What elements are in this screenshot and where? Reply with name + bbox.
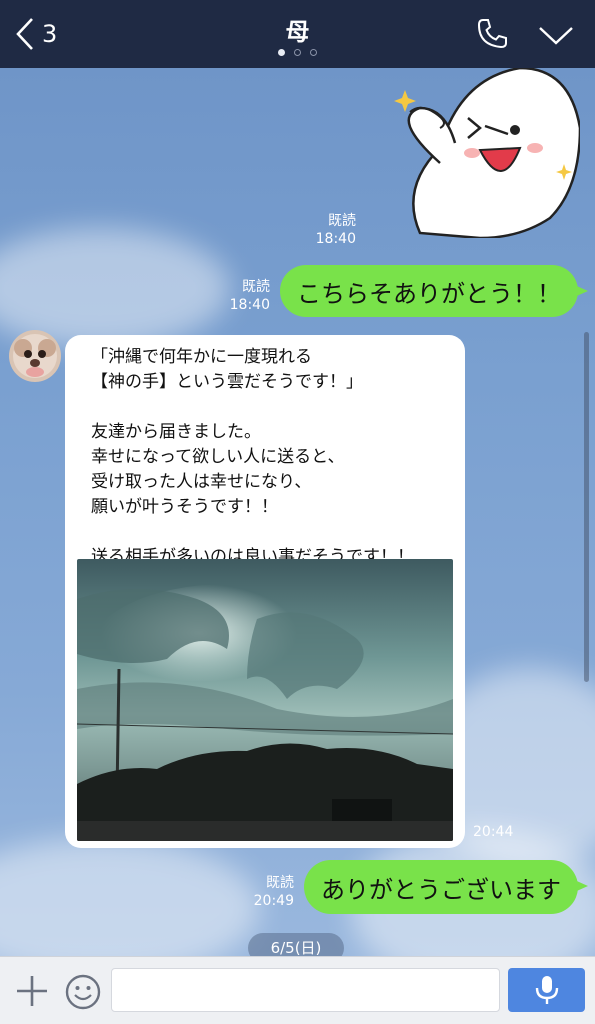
page-dot <box>310 49 317 56</box>
message-meta: 既読 18:40 <box>214 278 270 314</box>
incoming-message[interactable]: 「沖縄で何年かに一度現れる 【神の手】という雲だそうです！」 友達から届きました… <box>65 335 465 848</box>
message-meta: 既読 18:40 <box>300 212 356 248</box>
message-time: 20:49 <box>253 893 294 909</box>
voice-button[interactable] <box>508 968 585 1012</box>
emoji-icon[interactable] <box>64 973 102 1011</box>
message-text: 「沖縄で何年かに一度現れる 【神の手】という雲だそうです！」 友達から届きました… <box>91 347 414 567</box>
phone-icon[interactable] <box>474 16 510 52</box>
message-time: 18:40 <box>229 297 270 313</box>
message-input[interactable] <box>111 968 500 1012</box>
message-meta: 既読 20:49 <box>238 874 294 910</box>
message-time: 18:40 <box>315 231 356 247</box>
smiling-face-sticker-icon[interactable] <box>380 68 580 238</box>
plus-icon[interactable] <box>14 973 50 1009</box>
chat-area[interactable]: 既読 18:40 既読 18:40 こちらそありがとう！！ 「沖縄で何年かに一度… <box>0 68 595 956</box>
microphone-icon <box>535 976 559 1004</box>
read-receipt: 既読 <box>328 213 356 229</box>
scrollbar[interactable] <box>584 332 589 682</box>
chevron-down-icon[interactable] <box>536 20 576 50</box>
dog-avatar-icon[interactable] <box>9 330 61 382</box>
date-separator: 6/5(日) <box>248 933 344 956</box>
page-dot <box>278 49 285 56</box>
message-text: ありがとうございます <box>321 875 561 904</box>
outgoing-message[interactable]: こちらそありがとう！！ <box>280 265 588 317</box>
message-time: 20:44 <box>473 824 514 840</box>
input-bar <box>0 956 595 1024</box>
chat-header: 3 母 <box>0 0 595 68</box>
read-receipt: 既読 <box>242 279 270 295</box>
hand-shaped-cloud-photo[interactable] <box>77 559 453 841</box>
outgoing-message[interactable]: ありがとうございます <box>304 860 588 914</box>
read-receipt: 既読 <box>266 875 294 891</box>
page-dot <box>294 49 301 56</box>
message-text: こちらそありがとう！！ <box>297 279 561 308</box>
